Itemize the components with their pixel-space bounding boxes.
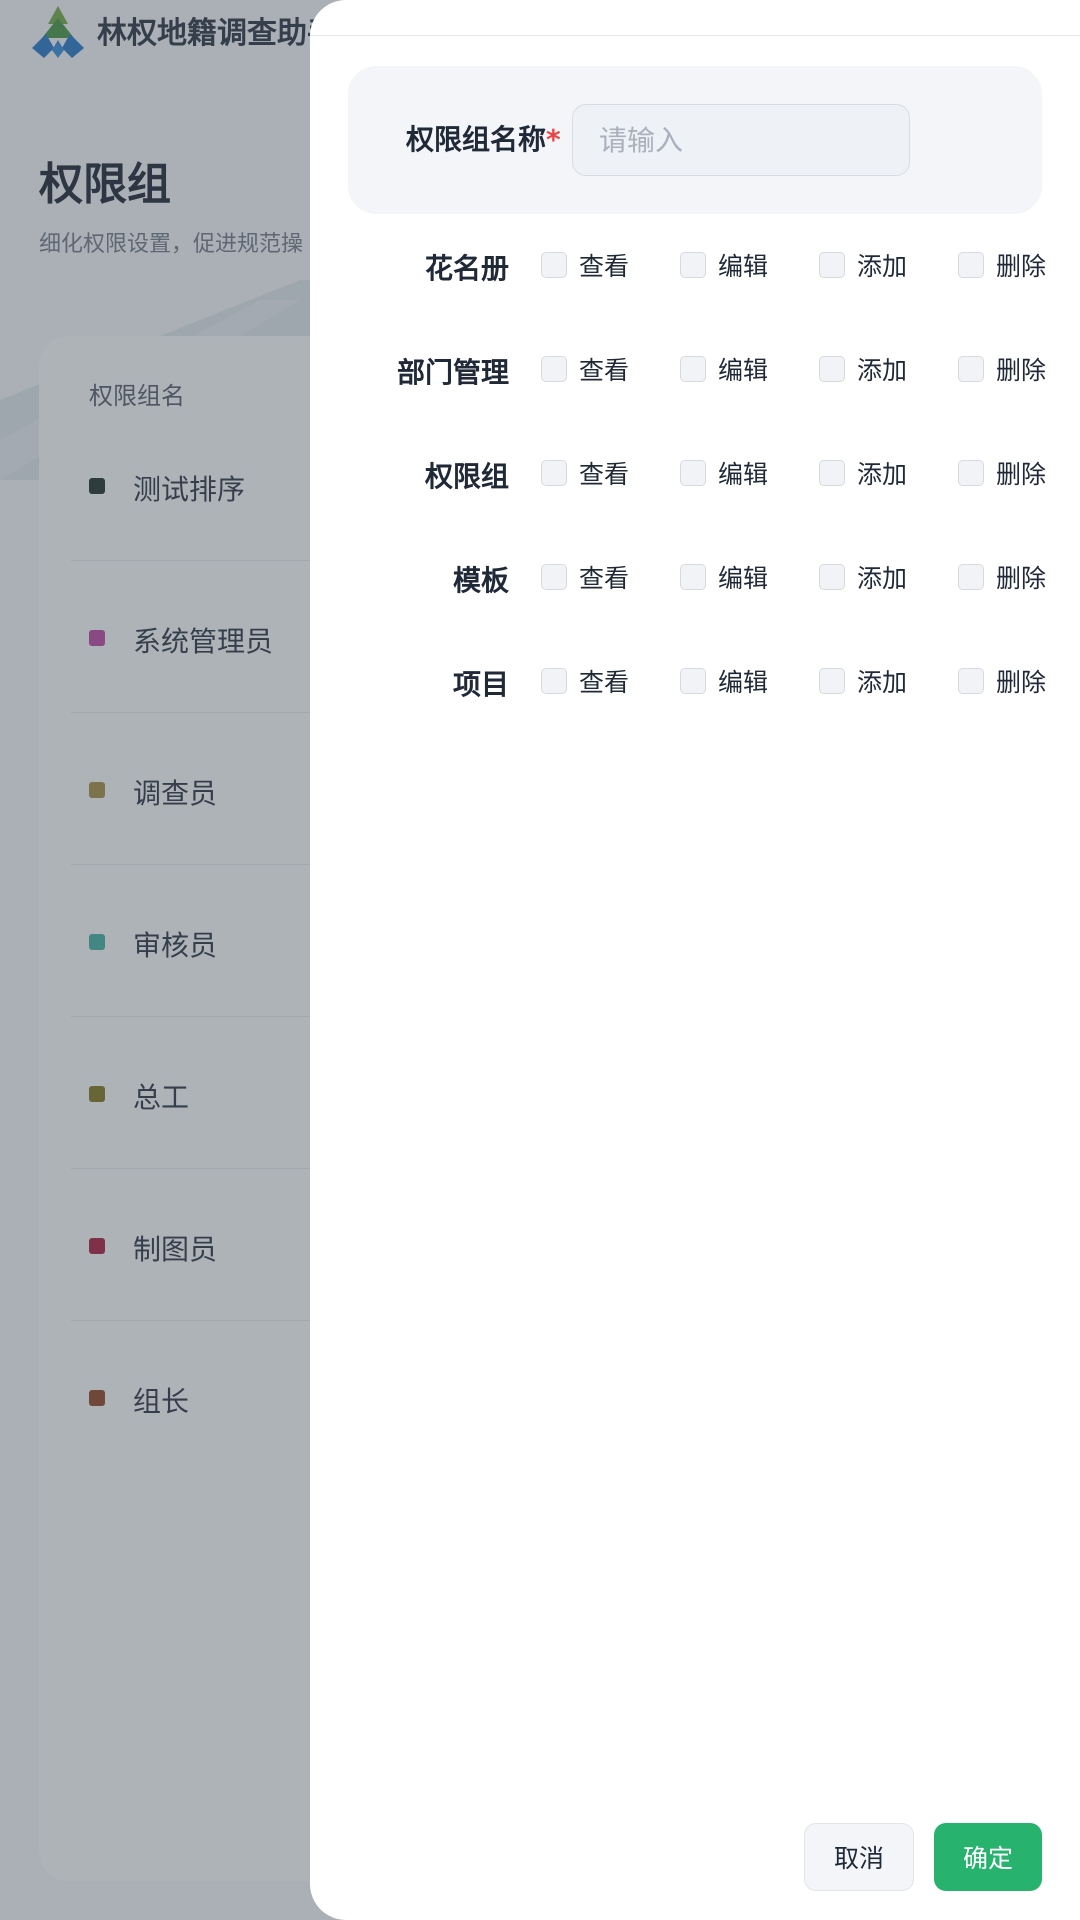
checkbox-box[interactable] [680,252,706,278]
permission-row-template: 模板 查看 编辑 添加 删除 [310,547,1080,607]
option-label: 编辑 [718,668,769,697]
option-label: 查看 [579,356,630,385]
checkbox-box[interactable] [680,668,706,694]
option-label: 添加 [857,356,908,385]
option-label: 编辑 [718,252,769,281]
group-name-card: 权限组名称* [348,66,1042,214]
option-label: 查看 [579,252,630,281]
option-label: 添加 [857,564,908,593]
option-label: 添加 [857,460,908,489]
project-add-checkbox[interactable]: 添加 [819,651,907,711]
permission-group-drawer: 权限组名称* 花名册 查看 编辑 添加 删除 部门管理 查看 编辑 添加 删除 … [310,0,1080,1920]
permission-module-label: 部门管理 [396,356,509,389]
permission-module-label: 模板 [452,564,509,597]
option-label: 查看 [579,668,630,697]
department-delete-checkbox[interactable]: 删除 [958,339,1046,399]
checkbox-box[interactable] [541,356,567,382]
option-label: 添加 [857,668,908,697]
option-label: 编辑 [718,356,769,385]
project-view-checkbox[interactable]: 查看 [541,651,629,711]
option-label: 查看 [579,460,630,489]
drawer-header-divider [310,35,1080,36]
template-delete-checkbox[interactable]: 删除 [958,547,1046,607]
option-label: 删除 [996,564,1047,593]
permission-group-delete-checkbox[interactable]: 删除 [958,443,1046,503]
checkbox-box[interactable] [819,564,845,590]
permission-row-permission-group: 权限组 查看 编辑 添加 删除 [310,443,1080,503]
checkbox-box[interactable] [958,460,984,486]
group-name-label: 权限组名称* [406,118,561,158]
checkbox-box[interactable] [819,252,845,278]
roster-edit-checkbox[interactable]: 编辑 [680,235,768,295]
checkbox-box[interactable] [541,668,567,694]
option-label: 删除 [996,668,1047,697]
checkbox-box[interactable] [680,460,706,486]
checkbox-box[interactable] [958,356,984,382]
roster-view-checkbox[interactable]: 查看 [541,235,629,295]
template-view-checkbox[interactable]: 查看 [541,547,629,607]
checkbox-box[interactable] [819,668,845,694]
permission-module-label: 花名册 [424,252,509,285]
option-label: 删除 [996,252,1047,281]
checkbox-box[interactable] [958,564,984,590]
required-mark: * [546,123,561,156]
option-label: 编辑 [718,564,769,593]
department-edit-checkbox[interactable]: 编辑 [680,339,768,399]
template-add-checkbox[interactable]: 添加 [819,547,907,607]
permission-group-add-checkbox[interactable]: 添加 [819,443,907,503]
permission-row-department: 部门管理 查看 编辑 添加 删除 [310,339,1080,399]
checkbox-box[interactable] [819,356,845,382]
checkbox-box[interactable] [958,668,984,694]
cancel-button[interactable]: 取消 [804,1823,914,1891]
permission-module-label: 项目 [452,668,509,701]
project-delete-checkbox[interactable]: 删除 [958,651,1046,711]
checkbox-box[interactable] [541,564,567,590]
checkbox-box[interactable] [819,460,845,486]
option-label: 编辑 [718,460,769,489]
permission-module-label: 权限组 [424,460,509,493]
permission-row-project: 项目 查看 编辑 添加 删除 [310,651,1080,711]
checkbox-box[interactable] [680,356,706,382]
permission-group-view-checkbox[interactable]: 查看 [541,443,629,503]
option-label: 删除 [996,460,1047,489]
permission-row-roster: 花名册 查看 编辑 添加 删除 [310,235,1080,295]
permission-group-edit-checkbox[interactable]: 编辑 [680,443,768,503]
confirm-button[interactable]: 确定 [934,1823,1042,1891]
option-label: 添加 [857,252,908,281]
checkbox-box[interactable] [680,564,706,590]
department-view-checkbox[interactable]: 查看 [541,339,629,399]
roster-delete-checkbox[interactable]: 删除 [958,235,1046,295]
template-edit-checkbox[interactable]: 编辑 [680,547,768,607]
checkbox-box[interactable] [958,252,984,278]
department-add-checkbox[interactable]: 添加 [819,339,907,399]
checkbox-box[interactable] [541,460,567,486]
roster-add-checkbox[interactable]: 添加 [819,235,907,295]
group-name-input[interactable] [572,104,910,176]
project-edit-checkbox[interactable]: 编辑 [680,651,768,711]
option-label: 删除 [996,356,1047,385]
group-name-label-text: 权限组名称 [406,123,547,156]
option-label: 查看 [579,564,630,593]
checkbox-box[interactable] [541,252,567,278]
